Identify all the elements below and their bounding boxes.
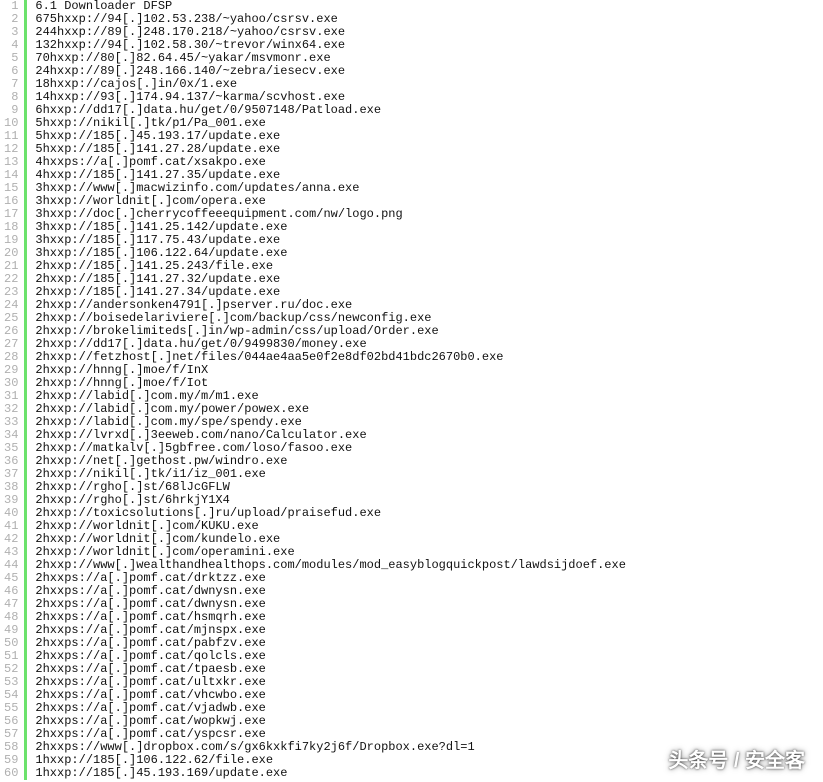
line-number: 60 (4, 767, 18, 780)
code-block: 1234567891011121314151617181920212223242… (0, 0, 823, 780)
code-line: 1hxxp://185[.]45.193.169/update.exe (35, 767, 626, 780)
line-number-gutter: 1234567891011121314151617181920212223242… (0, 0, 27, 780)
code-content: 6.1 Downloader DFSP675hxxp://94[.]102.53… (27, 0, 626, 780)
